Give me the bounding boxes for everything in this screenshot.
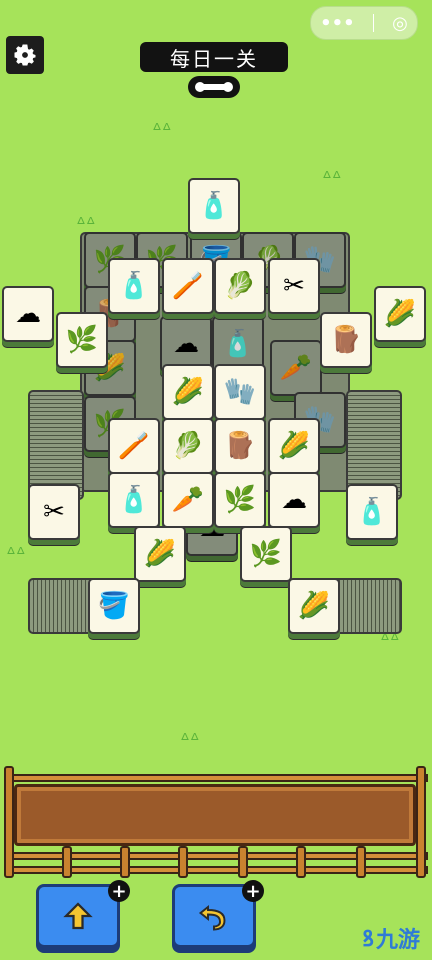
tile-bottle[interactable]: 🧴 [108, 472, 160, 528]
grass-decoration: ᐞᐞ [6, 544, 26, 565]
fence-post [4, 766, 14, 878]
grass-decoration: ᐞᐞ [152, 120, 172, 141]
tile-cabbage[interactable]: 🥬 [214, 258, 266, 314]
tile-stump[interactable]: 🪵 [214, 418, 266, 474]
tile-cotton[interactable]: ☁ [268, 472, 320, 528]
fence-post [416, 766, 426, 878]
fence-post [120, 846, 130, 878]
undo-icon [198, 904, 226, 931]
tile-cotton[interactable]: ☁ [2, 286, 54, 342]
tile-grass[interactable]: 🌿 [240, 526, 292, 582]
watermark-text: 九游 [375, 928, 420, 953]
watermark-logo: ꝸ 九游 [362, 922, 420, 954]
fence-post [238, 846, 248, 878]
tile-scissors[interactable]: ✂ [28, 484, 80, 540]
tile-brush[interactable]: 🪥 [108, 418, 160, 474]
tile-brush[interactable]: 🪥 [162, 258, 214, 314]
tile-bottle[interactable]: 🧴 [188, 178, 240, 234]
tile-carrot-covered: 🥕 [270, 340, 322, 396]
level-title: 每日一关 [140, 42, 288, 72]
tile-corn[interactable]: 🌽 [162, 364, 214, 420]
close-button[interactable]: ◎ [392, 13, 408, 34]
tile-grass[interactable]: 🌿 [56, 312, 108, 368]
mini-program-capsule: ••• ◎ [310, 6, 418, 40]
tile-bottle[interactable]: 🧴 [346, 484, 398, 540]
watermark-swirl-icon: ꝸ [362, 927, 374, 952]
fence-post [356, 846, 366, 878]
tile-corn[interactable]: 🌽 [134, 526, 186, 582]
tile-tray [14, 784, 416, 846]
tile-bottle[interactable]: 🧴 [108, 258, 160, 314]
tile-scissors[interactable]: ✂ [268, 258, 320, 314]
fence-post [178, 846, 188, 878]
fence-post [62, 846, 72, 878]
tile-grass[interactable]: 🌿 [214, 472, 266, 528]
tile-bucket[interactable]: 🪣 [88, 578, 140, 634]
undo-plus-badge: + [242, 880, 264, 902]
grass-decoration: ᐞᐞ [322, 168, 342, 189]
fence-post [296, 846, 306, 878]
more-menu-button[interactable]: ••• [320, 13, 355, 34]
tile-stack-bottom-right [330, 578, 402, 634]
tile-corn[interactable]: 🌽 [268, 418, 320, 474]
fence-top-rail [4, 774, 428, 782]
tile-corn[interactable]: 🌽 [288, 578, 340, 634]
capsule-divider [372, 14, 374, 32]
tile-stump[interactable]: 🪵 [320, 312, 372, 368]
shuffle-plus-badge: + [108, 880, 130, 902]
tile-glove[interactable]: 🧤 [214, 364, 266, 420]
grass-decoration: ᐞᐞ [180, 730, 200, 751]
tile-carrot[interactable]: 🥕 [162, 472, 214, 528]
gear-icon [14, 44, 36, 66]
tile-cabbage[interactable]: 🥬 [162, 418, 214, 474]
move-out-icon [63, 902, 93, 930]
settings-button[interactable] [6, 36, 44, 74]
tile-corn[interactable]: 🌽 [374, 286, 426, 342]
bone-badge-icon [188, 76, 240, 98]
